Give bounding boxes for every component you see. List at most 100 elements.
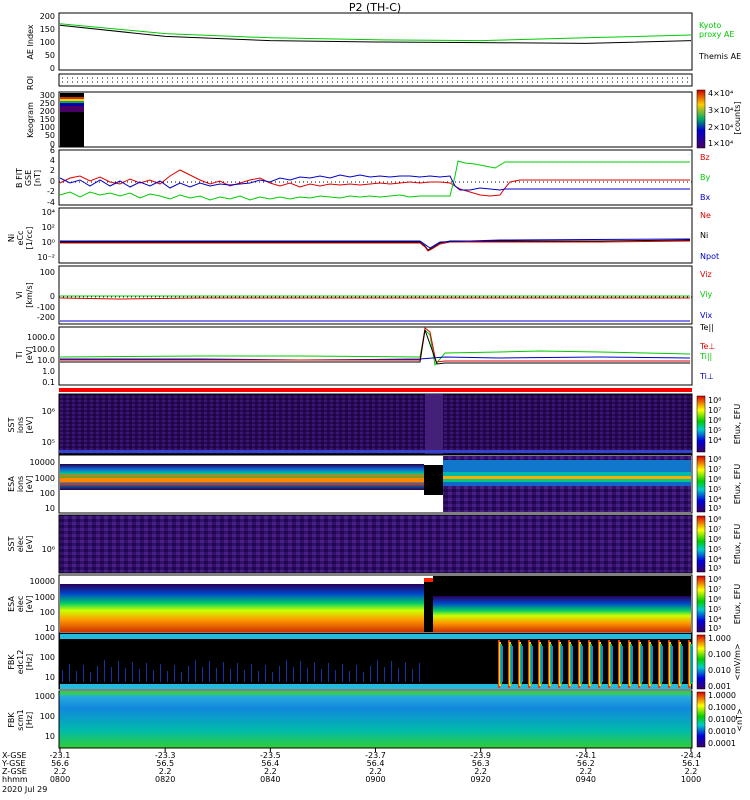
b-ytick: 6 — [50, 146, 55, 155]
fbk-noise — [279, 666, 280, 682]
sst1-cb-label: Eflux, EFU — [733, 404, 742, 445]
fbk2-ytick: 1000 — [35, 692, 55, 701]
ni-ytick: 10⁻² — [37, 253, 55, 262]
vi-panel: Vi [km/s] 100 0 -100 -200 Viz Viy Vix — [15, 265, 713, 325]
esa-elec-gap — [424, 582, 433, 632]
fbk-burst — [591, 646, 593, 682]
sst-ions-panel: SST ions [eV] 10⁶ 10⁵ 10⁸ 10⁷ 10⁶ 10⁵ 10… — [7, 393, 742, 455]
ae-ytick-100: 100 — [40, 38, 55, 47]
sst2-cb-tick: 10⁴ — [708, 555, 721, 564]
fbk1-cb-tick: 0.001 — [708, 682, 731, 691]
esa2-ylabel: ESA — [7, 596, 16, 612]
ae-legend-proxy: proxy AE — [699, 30, 734, 39]
xaxis-row-label: hhmm — [2, 775, 28, 784]
fbk-noise — [118, 661, 119, 682]
esa1-cb-tick: 10⁵ — [708, 485, 721, 494]
fbk-burst — [571, 646, 573, 682]
sst-elec-spectrogram — [58, 514, 693, 574]
keo-cb-tick: 3×10⁴ — [708, 106, 733, 115]
fbk-noise — [251, 664, 252, 682]
bfield-ylabel: B FIT — [15, 168, 24, 188]
legend-bx: Bx — [700, 193, 710, 202]
fbk2-colorbar — [696, 691, 706, 748]
sst1-ylabel: SST — [7, 417, 16, 432]
ti-panel: Ti [eV] 1000.0 100.0 10.0 1.0 0.1 Te|| T… — [15, 323, 715, 387]
fbk-noise — [293, 667, 294, 682]
esa1-cb-label: Eflux, EFU — [733, 464, 742, 505]
fbk-noise — [356, 665, 357, 682]
esa2-cb-tick: 10⁵ — [708, 605, 721, 614]
fbk1-ylabel: FBK — [7, 654, 16, 670]
sst-ions-spectrogram — [58, 393, 693, 455]
esa-ions-spectrogram-1 — [60, 464, 424, 490]
esa2-cb-tick: 10⁴ — [708, 615, 721, 624]
fbk1-cb-label: <mV/m> — [733, 643, 742, 680]
esa1-cb-tick: 10³ — [708, 504, 721, 513]
ae-ytick-0: 0 — [50, 64, 55, 73]
esa1-ylabel2: ions — [16, 476, 25, 492]
bfield-panel: B FIT GSE [nT] 6 4 2 0 -2 -4 Bz By Bx — [15, 146, 710, 207]
fbk-burst — [651, 646, 653, 682]
esa1-cb-tick: 10⁴ — [708, 495, 721, 504]
sst2-cb-label: Eflux, EFU — [733, 524, 742, 565]
ae-panel: AE Index 200 150 100 50 0 Kyoto proxy AE… — [26, 12, 741, 73]
esa2-cb-tick: 10⁸ — [708, 575, 721, 584]
legend-npot: Npot — [700, 252, 719, 261]
kyoto-proxy-ae-line — [59, 23, 692, 42]
fbk-burst — [631, 646, 633, 682]
sst1-cb-tick: 10⁷ — [708, 406, 721, 415]
fbk2-cb-tick: 0.0100 — [708, 715, 736, 724]
sst2-cb-tick: 10⁷ — [708, 525, 721, 534]
sst2-ylabel: SST — [7, 536, 16, 551]
vi-ylabel2: [km/s] — [25, 282, 34, 308]
esa-elec-spectrogram-1 — [60, 584, 424, 632]
fbk-burst — [601, 646, 603, 682]
sst1-colorbar — [696, 395, 706, 453]
ti-ytick: 1.0 — [42, 367, 55, 376]
esa1-cb-tick: 10⁶ — [708, 475, 721, 484]
fbk-noise — [153, 670, 154, 682]
fbk-noise — [230, 669, 231, 682]
legend-te-par: Te|| — [699, 323, 714, 332]
legend-ne: Ne — [700, 211, 711, 220]
esa-elec-panel: ESA elec [eV] 10000 1000 100 10 10⁸ 10⁷ … — [7, 574, 742, 634]
sst2-cb-tick: 10⁶ — [708, 535, 721, 544]
fbk-burst — [551, 646, 553, 682]
fbk2-ylabel3: [Hz] — [25, 712, 34, 728]
fbk-noise — [286, 660, 287, 682]
sst1-ytick: 10⁵ — [42, 438, 55, 447]
fbk-noise — [223, 662, 224, 682]
fbk2-ytick: 10 — [45, 732, 55, 741]
fbk2-cb-label: <nT> — [735, 708, 744, 731]
fbk-noise — [412, 669, 413, 682]
x-tick-label-t: 0940 — [576, 775, 596, 784]
fbk-scm1-panel: FBK scm1 [Hz] 1000 100 10 1.0000 0.1000 … — [7, 690, 744, 749]
fbk1-cb-tick: 0.010 — [708, 666, 731, 675]
b-ytick: -2 — [47, 187, 55, 196]
legend-viy: Viy — [700, 290, 713, 299]
fbk-noise — [384, 667, 385, 682]
esa1-colorbar — [696, 455, 706, 513]
fbk1-ylabel2: edc12 — [16, 650, 25, 675]
esa1-ytick: 10000 — [30, 458, 55, 467]
sst1-ytick: 10⁶ — [42, 407, 55, 416]
esa-elec-spectrogram-2 — [433, 576, 691, 596]
bfield-ylabel3: [nT] — [33, 170, 42, 186]
sst2-ylabel2: elec — [16, 536, 25, 552]
b-ytick: 0 — [50, 177, 55, 186]
sst1-cb-tick: 10⁴ — [708, 436, 721, 445]
fbk-burst — [641, 646, 643, 682]
b-ytick: -4 — [47, 198, 55, 207]
fbk-burst — [531, 646, 533, 682]
esa1-cb-tick: 10⁸ — [708, 455, 721, 464]
fbk-burst — [661, 646, 663, 682]
keo-cb-tick: 1×10⁴ — [708, 139, 733, 148]
themis-ae-line — [59, 24, 692, 44]
keogram-panel: Keogram 300 250 200 150 100 50 0 4×10⁴ 3… — [26, 89, 742, 149]
sst2-ylabel3: [eV] — [25, 536, 34, 553]
legend-bz: Bz — [700, 153, 710, 162]
ne-line — [60, 240, 691, 252]
fbk-noise — [265, 665, 266, 682]
ni-ytick: 10⁰ — [42, 238, 55, 247]
fbk-noise — [160, 664, 161, 682]
